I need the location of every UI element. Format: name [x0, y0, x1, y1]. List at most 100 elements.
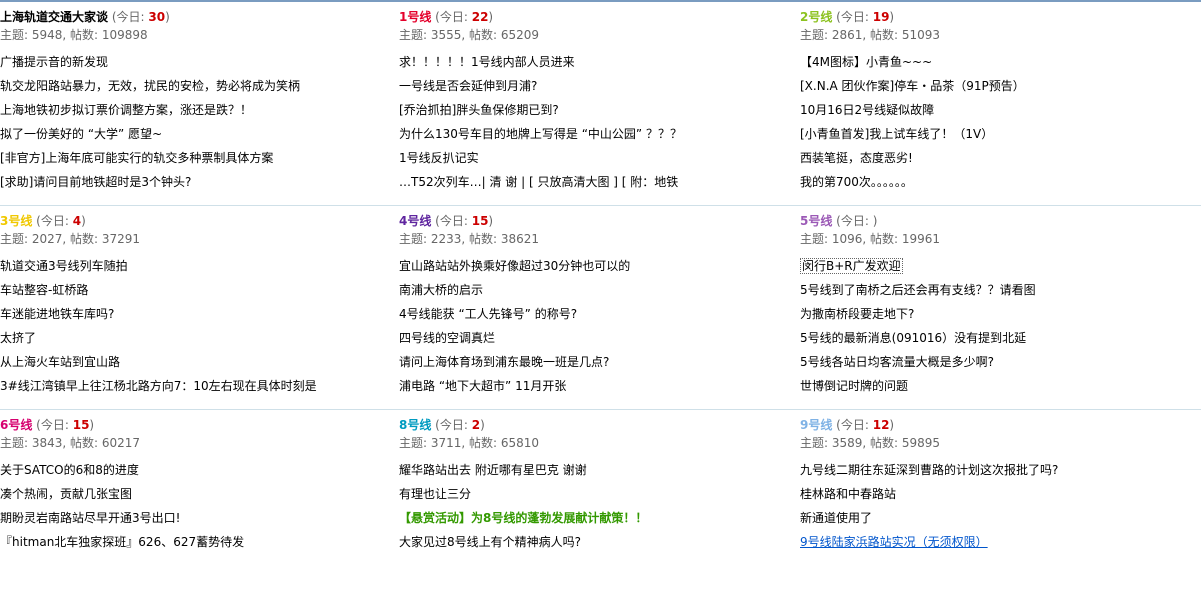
thread-list: 轨道交通3号线列车随拍 车站整容-虹桥路车迷能进地铁车库吗? 太挤了从上海火车站到宜… [0, 254, 400, 398]
thread-list: 关于SATCO的6和8的进度 凑个热闹，贡献几张宝图期盼灵岩南路站尽早开通3号出口… [0, 458, 400, 554]
thread-item: 期盼灵岩南路站尽早开通3号出口! [0, 506, 400, 530]
thread-link[interactable]: 关于SATCO的6和8的进度 [0, 463, 139, 477]
forum-cell-line-1: 1号线 (今日: 22) 主题: 3555, 帖数: 65209 求！！！！！1号线… [399, 0, 799, 200]
thread-item: 【悬赏活动】为8号线的蓬勃发展献计献策！！ [399, 506, 799, 530]
thread-link[interactable]: 【4M图标】小青鱼~~~ [800, 55, 932, 69]
thread-link[interactable]: 4号线能获 “工人先锋号” 的称号? [399, 307, 577, 321]
thread-link[interactable]: 5号线到了南桥之后还会再有支线？？请看图 [800, 283, 1036, 297]
forum-title-link[interactable]: 3号线 [0, 214, 32, 228]
forum-header: 8号线 (今日: 2) [399, 416, 799, 434]
thread-link[interactable]: 9号线陆家浜路站实况（无须权限） [800, 535, 988, 549]
thread-item: 1号线反扒记实 [399, 146, 799, 170]
forum-header: 上海轨道交通大家谈 (今日: 30) [0, 8, 400, 26]
thread-item: 轨道交通3号线列车随拍 [0, 254, 400, 278]
thread-link[interactable]: 5号线的最新消息(091016）没有提到北延 [800, 331, 1026, 345]
thread-link[interactable]: 上海地铁初步拟订票价调整方案，涨还是跌？！ [0, 103, 252, 117]
forum-title-link[interactable]: 6号线 [0, 418, 32, 432]
thread-item: 桂林路和中春路站 [800, 482, 1200, 506]
thread-link[interactable]: 5号线各站日均客流量大概是多少啊? [800, 355, 994, 369]
thread-link[interactable]: [小青鱼首发]我上试车线了！（1V） [800, 127, 993, 141]
forum-title-link[interactable]: 8号线 [399, 418, 431, 432]
forum-title-link[interactable]: 4号线 [399, 214, 431, 228]
thread-link[interactable]: 『hitman北车独家探班』626、627蓄势待发 [0, 535, 244, 549]
thread-link[interactable]: [非官方]上海年底可能实行的轨交多种票制具体方案 [0, 151, 273, 165]
thread-link[interactable]: 凑个热闹，贡献几张宝图 [0, 487, 132, 501]
thread-link[interactable]: 一号线是否会延伸到月浦? [399, 79, 537, 93]
today-count: 22 [471, 10, 489, 24]
thread-item: 世博倒记时牌的问题 [800, 374, 1200, 398]
thread-item: 为撒南桥段要走地下? [800, 302, 1200, 326]
thread-link[interactable]: 浦电路 “地下大超市” 11月开张 [399, 379, 566, 393]
thread-item: 为什么130号车目的地牌上写得是 “中山公园” ？？？ [399, 122, 799, 146]
thread-item: 车迷能进地铁车库吗? [0, 302, 400, 326]
thread-item: 宜山路站站外换乘好像超过30分钟也可以的 [399, 254, 799, 278]
thread-item: 太挤了 [0, 326, 400, 350]
thread-item: 5号线的最新消息(091016）没有提到北延 [800, 326, 1200, 350]
thread-item: 『hitman北车独家探班』626、627蓄势待发 [0, 530, 400, 554]
thread-link[interactable]: 宜山路站站外换乘好像超过30分钟也可以的 [399, 259, 630, 273]
forum-title-link[interactable]: 2号线 [800, 10, 832, 24]
forum-cell-line-8: 8号线 (今日: 2) 主题: 3711, 帖数: 65810 耀华路站出去 附近哪… [399, 408, 799, 608]
thread-item: 一号线是否会延伸到月浦? [399, 74, 799, 98]
thread-link[interactable]: 求！！！！！1号线内部人员进来 [399, 55, 575, 69]
thread-item: 【4M图标】小青鱼~~~ [800, 50, 1200, 74]
thread-link[interactable]: 耀华路站出去 附近哪有星巴克 谢谢 [399, 463, 587, 477]
today-label: (今日: 19) [832, 10, 895, 24]
thread-item: 拟了一份美好的 “大学” 愿望~ [0, 122, 400, 146]
thread-item: 4号线能获 “工人先锋号” 的称号? [399, 302, 799, 326]
thread-link[interactable]: 九号线二期往东延深到曹路的计划这次报批了吗? [800, 463, 1058, 477]
thread-link[interactable]: 新通道使用了 [800, 511, 872, 525]
forum-stats: 主题: 3589, 帖数: 59895 [800, 436, 941, 450]
thread-link[interactable]: 大家见过8号线上有个精神病人吗? [399, 535, 581, 549]
thread-link[interactable]: 为什么130号车目的地牌上写得是 “中山公园” ？？？ [399, 127, 682, 141]
thread-item: 耀华路站出去 附近哪有星巴克 谢谢 [399, 458, 799, 482]
thread-link[interactable]: 【悬赏活动】为8号线的蓬勃发展献计献策！！ [399, 511, 647, 525]
forum-cell-line-3: 3号线 (今日: 4) 主题: 2027, 帖数: 37291 轨道交通3号线列车随… [0, 204, 400, 404]
thread-link[interactable]: 车站整容-虹桥路 [0, 283, 88, 297]
thread-link[interactable]: 期盼灵岩南路站尽早开通3号出口! [0, 511, 180, 525]
forum-title-link[interactable]: 上海轨道交通大家谈 [0, 10, 108, 24]
forum-title-link[interactable]: 9号线 [800, 418, 832, 432]
forum-stats: 主题: 3711, 帖数: 65810 [399, 436, 540, 450]
thread-link[interactable]: [求助]请问目前地铁超时是3个钟头? [0, 175, 191, 189]
thread-link[interactable]: 南浦大桥的启示 [399, 283, 483, 297]
thread-item: 我的第700次。。。。。。 [800, 170, 1200, 194]
thread-list: 闵行B+R广发欢迎 5号线到了南桥之后还会再有支线？？请看图 为撒南桥段要走地下? 5… [800, 254, 1200, 398]
forum-stats: 主题: 5948, 帖数: 109898 [0, 28, 148, 42]
today-label: (今日: ) [832, 214, 878, 228]
thread-item: [非官方]上海年底可能实行的轨交多种票制具体方案 [0, 146, 400, 170]
forum-cell-line-4: 4号线 (今日: 15) 主题: 2233, 帖数: 38621 宜山路站站外换乘好… [399, 204, 799, 404]
thread-link[interactable]: 从上海火车站到宜山路 [0, 355, 120, 369]
thread-link[interactable]: …T52次列车…| 清 谢 | [ 只放高清大图 ] [ 附：地铁 [399, 175, 678, 189]
thread-link[interactable]: 轨道交通3号线列车随拍 [0, 259, 128, 273]
thread-link[interactable]: [X.N.A 团伙作案]停车・品茶（91P预告） [800, 79, 1025, 93]
thread-link[interactable]: 请问上海体育场到浦东最晚一班是几点? [399, 355, 609, 369]
thread-link[interactable]: 车迷能进地铁车库吗? [0, 307, 114, 321]
forum-title-link[interactable]: 1号线 [399, 10, 431, 24]
forum-stats: 主题: 1096, 帖数: 19961 [800, 232, 941, 246]
thread-link[interactable]: 西装笔挺，态度恶劣! [800, 151, 913, 165]
thread-link[interactable]: 四号线的空调真烂 [399, 331, 495, 345]
thread-link[interactable]: 有理也让三分 [399, 487, 471, 501]
thread-list: 耀华路站出去 附近哪有星巴克 谢谢 有理也让三分【悬赏活动】为8号线的蓬勃发展献计… [399, 458, 799, 554]
thread-link[interactable]: 为撒南桥段要走地下? [800, 307, 914, 321]
thread-item: 10月16日2号线疑似故障 [800, 98, 1200, 122]
thread-item: 5号线各站日均客流量大概是多少啊? [800, 350, 1200, 374]
thread-link[interactable]: 闵行B+R广发欢迎 [800, 258, 903, 274]
thread-link[interactable]: 轨交龙阳路站暴力，无效，扰民的安检，势必将成为笑柄 [0, 79, 300, 93]
thread-item: 轨交龙阳路站暴力，无效，扰民的安检，势必将成为笑柄 [0, 74, 400, 98]
thread-link[interactable]: 10月16日2号线疑似故障 [800, 103, 934, 117]
thread-link[interactable]: 世博倒记时牌的问题 [800, 379, 908, 393]
thread-link[interactable]: 广播提示音的新发现 [0, 55, 108, 69]
forum-title-link[interactable]: 5号线 [800, 214, 832, 228]
thread-link[interactable]: 拟了一份美好的 “大学” 愿望~ [0, 127, 162, 141]
thread-link[interactable]: 桂林路和中春路站 [800, 487, 896, 501]
forum-header: 2号线 (今日: 19) [800, 8, 1200, 26]
thread-link[interactable]: [乔治抓拍]胖头鱼保修期已到? [399, 103, 559, 117]
thread-link[interactable]: 我的第700次。。。。。。 [800, 175, 913, 189]
thread-link[interactable]: 1号线反扒记实 [399, 151, 479, 165]
thread-link[interactable]: 3#线江湾镇早上往江杨北路方向7：10左右现在具体时刻是 [0, 379, 317, 393]
thread-item: [小青鱼首发]我上试车线了！（1V） [800, 122, 1200, 146]
thread-link[interactable]: 太挤了 [0, 331, 36, 345]
thread-item: 新通道使用了 [800, 506, 1200, 530]
